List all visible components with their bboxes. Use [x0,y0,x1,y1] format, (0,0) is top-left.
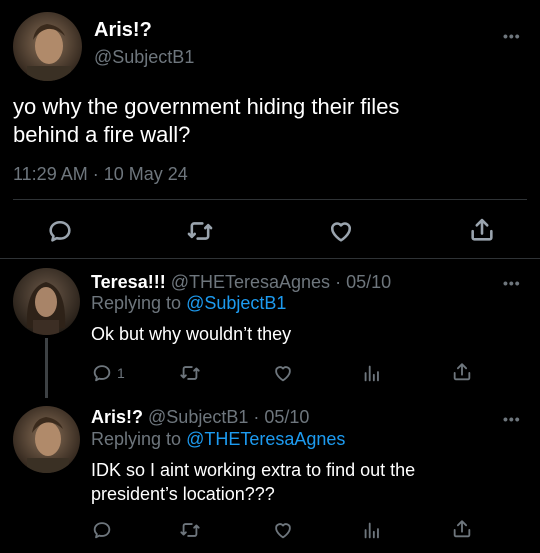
display-name[interactable]: Aris!? [94,19,152,42]
reply-text: Ok but why wouldn’t they [91,324,292,344]
replying-to-label: Replying to [91,293,182,313]
display-name[interactable]: Aris!? [91,407,143,427]
handle[interactable]: @SubjectB1 [148,407,248,427]
handle[interactable]: @THETeresaAgnes [171,272,330,292]
like-button[interactable] [327,217,355,245]
timestamp-separator: · [92,164,99,184]
retweet-icon [180,523,200,537]
share-icon [471,218,493,241]
share-icon [453,520,471,538]
reply-icon [93,365,111,382]
retweet-icon [187,222,213,240]
share-icon [453,363,471,381]
reply-header: Teresa!!! @THETeresaAgnes · 05/10 [91,272,391,293]
divider [13,199,527,200]
replying-to: Replying to @SubjectB1 [91,293,286,314]
analytics-button[interactable] [361,362,383,384]
share-button[interactable] [468,216,496,244]
reply-icon [49,220,71,242]
share-button[interactable] [451,361,473,383]
heart-icon [275,523,291,539]
avatar[interactable] [13,406,80,473]
more-options-icon[interactable]: ••• [503,411,521,427]
retweet-button[interactable] [179,519,201,541]
share-button[interactable] [451,518,473,540]
analytics-button[interactable] [361,519,383,541]
like-button[interactable] [272,519,294,541]
analytics-icon [364,522,379,539]
retweet-button[interactable] [186,217,214,245]
divider [0,258,540,259]
reply-date[interactable]: · 05/10 [335,272,391,292]
handle[interactable]: @SubjectB1 [94,47,194,68]
like-button[interactable] [272,362,294,384]
replying-to: Replying to @THETeresaAgnes [91,429,345,450]
more-options-icon[interactable]: ••• [503,275,521,291]
avatar[interactable] [13,268,80,335]
heart-icon [330,222,352,242]
heart-icon [275,366,291,382]
tweet-time: 11:29 AM [13,164,88,184]
reply-header: Aris!? @SubjectB1 · 05/10 [91,407,309,428]
reply-button[interactable] [46,217,74,245]
analytics-icon [364,365,379,382]
tweet-text-line-1: yo why the government hiding their files [13,94,400,119]
avatar[interactable] [13,12,82,81]
display-name[interactable]: Teresa!!! [91,272,166,292]
reply-button[interactable]: 1 [91,362,125,384]
retweet-button[interactable] [179,362,201,384]
more-options-icon[interactable]: ••• [503,28,521,44]
thread-line [45,338,48,398]
reply-text-line-2: president’s location??? [91,484,275,504]
reply-count: 1 [117,365,125,381]
retweet-icon [180,366,200,380]
reply-button[interactable] [91,519,113,541]
replying-to-link[interactable]: @SubjectB1 [186,293,286,313]
tweet-timestamp[interactable]: 11:29 AM · 10 May 24 [13,164,188,185]
reply-text-line-1: IDK so I aint working extra to find out … [91,460,416,480]
reply-date[interactable]: · 05/10 [253,407,309,427]
replying-to-label: Replying to [91,429,182,449]
tweet-text-line-2: behind a fire wall? [13,122,191,147]
replying-to-link[interactable]: @THETeresaAgnes [186,429,345,449]
reply-icon [93,522,111,539]
tweet-date: 10 May 24 [103,164,188,184]
